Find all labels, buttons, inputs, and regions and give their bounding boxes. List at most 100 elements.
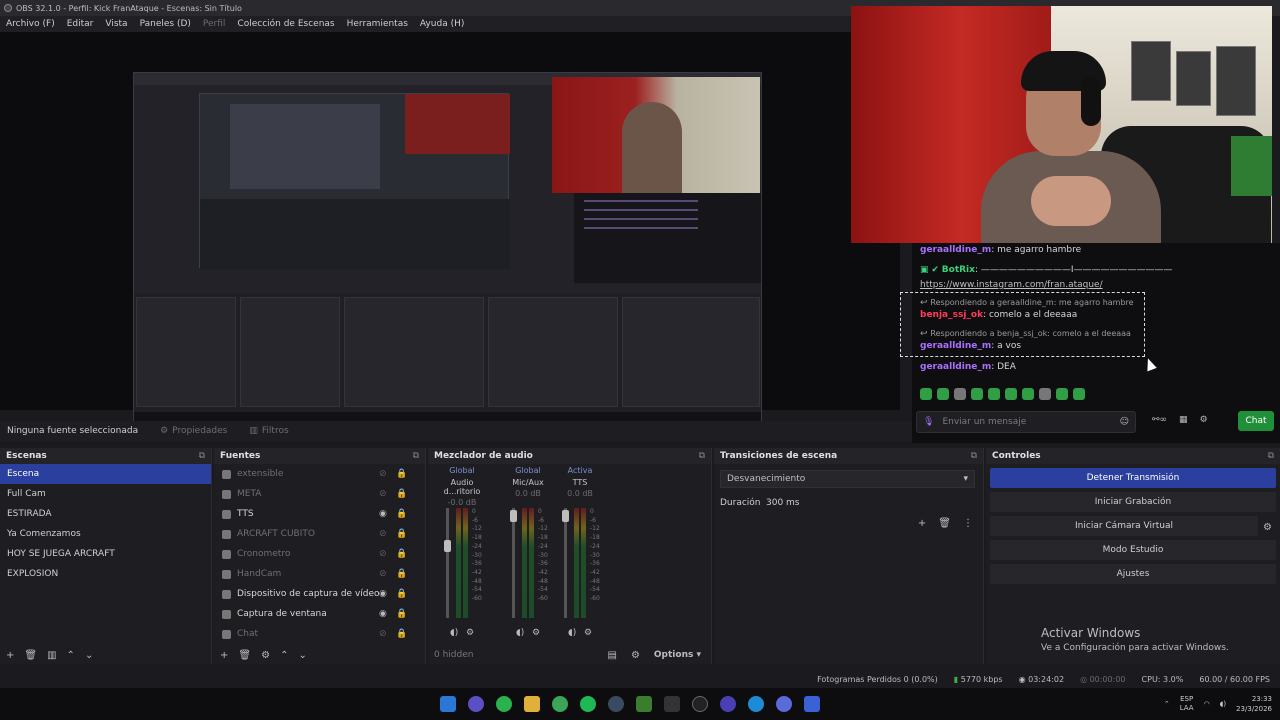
- source-item[interactable]: Chat ⊘ 🔒: [214, 624, 425, 644]
- app-icon[interactable]: [804, 696, 820, 712]
- emote-icon[interactable]: [1022, 388, 1034, 400]
- whatsapp-icon[interactable]: [496, 696, 512, 712]
- fader-knob[interactable]: [444, 540, 451, 552]
- app-icon[interactable]: [720, 696, 736, 712]
- gear-icon[interactable]: ⚙: [1200, 415, 1208, 425]
- filter-icon[interactable]: ▥: [47, 650, 56, 661]
- lock-icon[interactable]: 🔒: [396, 469, 407, 479]
- emote-icon[interactable]: [1039, 388, 1051, 400]
- start-virtual-camera-button[interactable]: Iniciar Cámara Virtual: [990, 516, 1258, 536]
- chrome-icon[interactable]: [552, 696, 568, 712]
- lock-icon[interactable]: 🔒: [396, 489, 407, 499]
- properties-button[interactable]: ⚙ Propiedades: [160, 426, 227, 436]
- emote-icon[interactable]: [954, 388, 966, 400]
- source-item[interactable]: Dispositivo de captura de vídeo ◉ 🔒: [214, 584, 425, 604]
- layout-icon[interactable]: ▤: [607, 650, 616, 661]
- add-icon[interactable]: +: [220, 650, 228, 661]
- scene-item[interactable]: HOY SE JUEGA ARCRAFT: [0, 544, 211, 564]
- duration-input[interactable]: 300 ms: [766, 494, 966, 512]
- terminal-icon[interactable]: [664, 696, 680, 712]
- gear-icon[interactable]: ⚙: [584, 628, 592, 638]
- source-item[interactable]: Captura de ventana ◉ 🔒: [214, 604, 425, 624]
- preview-area[interactable]: [0, 32, 900, 427]
- emoji-icon[interactable]: ☺: [1120, 417, 1129, 427]
- menu-vista[interactable]: Vista: [99, 19, 133, 29]
- menu-herramientas[interactable]: Herramientas: [341, 19, 414, 29]
- scene-item[interactable]: ESTIRADA: [0, 504, 211, 524]
- dock-menu-icon[interactable]: ⧉: [413, 451, 419, 461]
- chevron-up-icon[interactable]: ⌃: [280, 650, 288, 661]
- eye-off-icon[interactable]: ⊘: [379, 489, 387, 499]
- trash-icon[interactable]: 🗑: [24, 650, 37, 661]
- scene-item[interactable]: Escena: [0, 464, 211, 484]
- source-item[interactable]: Cronometro ⊘ 🔒: [214, 544, 425, 564]
- lock-icon[interactable]: 🔒: [396, 509, 407, 519]
- chevron-down-icon[interactable]: ⌄: [298, 650, 306, 661]
- emote-icon[interactable]: [988, 388, 1000, 400]
- chat-username[interactable]: geraalldine_m: [920, 362, 991, 372]
- taskbar-clock[interactable]: 23:33 23/3/2026: [1236, 694, 1272, 714]
- eye-icon[interactable]: ◉: [379, 589, 387, 599]
- eye-off-icon[interactable]: ⊘: [379, 569, 387, 579]
- scene-item[interactable]: Ya Comenzamos: [0, 524, 211, 544]
- gear-icon[interactable]: ⚙: [466, 628, 474, 638]
- trash-icon[interactable]: 🗑: [938, 518, 951, 529]
- program-preview[interactable]: [133, 72, 762, 427]
- start-recording-button[interactable]: Iniciar Grabación: [990, 492, 1276, 512]
- emote-icon[interactable]: [1056, 388, 1068, 400]
- gift-icon[interactable]: ▦: [1179, 415, 1188, 425]
- volume-fader[interactable]: [510, 508, 517, 618]
- chevron-down-icon[interactable]: ⌄: [85, 650, 93, 661]
- emote-icon[interactable]: [1005, 388, 1017, 400]
- emote-icon[interactable]: [1073, 388, 1085, 400]
- chat-username[interactable]: geraalldine_m: [920, 245, 991, 255]
- filters-button[interactable]: ▥ Filtros: [249, 426, 288, 436]
- emote-icon[interactable]: [920, 388, 932, 400]
- volume-fader[interactable]: [562, 508, 569, 618]
- eye-off-icon[interactable]: ⊘: [379, 529, 387, 539]
- chevron-up-icon[interactable]: ⌃: [1164, 700, 1170, 708]
- fader-knob[interactable]: [510, 510, 517, 522]
- settings-button[interactable]: Ajustes: [990, 564, 1276, 584]
- dock-menu-icon[interactable]: ⧉: [199, 451, 205, 461]
- menu-archivo[interactable]: Archivo (F): [0, 19, 61, 29]
- file-explorer-icon[interactable]: [524, 696, 540, 712]
- source-item[interactable]: ARCRAFT CUBITO ⊘ 🔒: [214, 524, 425, 544]
- volume-icon[interactable]: ◖): [1220, 700, 1226, 708]
- edge-icon[interactable]: [748, 696, 764, 712]
- minecraft-icon[interactable]: [636, 696, 652, 712]
- channel-name[interactable]: Mic/Aux: [498, 478, 558, 487]
- spotify-icon[interactable]: [580, 696, 596, 712]
- lock-icon[interactable]: 🔒: [396, 569, 407, 579]
- more-icon[interactable]: ⋮: [963, 518, 973, 529]
- eye-icon[interactable]: ◉: [379, 509, 387, 519]
- emote-icon[interactable]: [937, 388, 949, 400]
- stop-stream-button[interactable]: Detener Transmisión: [990, 468, 1276, 488]
- volume-icon[interactable]: ◖): [516, 628, 524, 638]
- volume-icon[interactable]: ◖): [450, 628, 458, 638]
- add-icon[interactable]: +: [918, 518, 926, 529]
- windows-start-icon[interactable]: [440, 696, 456, 712]
- dock-menu-icon[interactable]: ⧉: [971, 451, 977, 461]
- scene-item[interactable]: EXPLOSION: [0, 564, 211, 584]
- chat-username[interactable]: BotRix: [942, 265, 975, 275]
- trash-icon[interactable]: 🗑: [238, 650, 251, 661]
- chat-username[interactable]: benja_ssj_ok: [920, 310, 983, 320]
- lock-icon[interactable]: 🔒: [396, 529, 407, 539]
- studio-mode-button[interactable]: Modo Estudio: [990, 540, 1276, 560]
- chat-link[interactable]: https://www.instagram.com/fran.ataque/: [920, 280, 1103, 290]
- fader-knob[interactable]: [562, 510, 569, 522]
- volume-fader[interactable]: [444, 508, 451, 618]
- lock-icon[interactable]: 🔒: [396, 549, 407, 559]
- gear-icon[interactable]: ⚙: [532, 628, 540, 638]
- app-icon[interactable]: [776, 696, 792, 712]
- lock-icon[interactable]: 🔒: [396, 589, 407, 599]
- source-item[interactable]: META ⊘ 🔒: [214, 484, 425, 504]
- menu-perfil[interactable]: Perfil: [197, 19, 232, 29]
- settings-icon[interactable]: ⚙: [631, 650, 640, 661]
- source-item[interactable]: TTS ◉ 🔒: [214, 504, 425, 524]
- obs-icon[interactable]: [692, 696, 708, 712]
- mixer-options-button[interactable]: Options ▾: [654, 650, 701, 660]
- volume-icon[interactable]: ◖): [568, 628, 576, 638]
- wifi-icon[interactable]: ◠: [1204, 700, 1210, 708]
